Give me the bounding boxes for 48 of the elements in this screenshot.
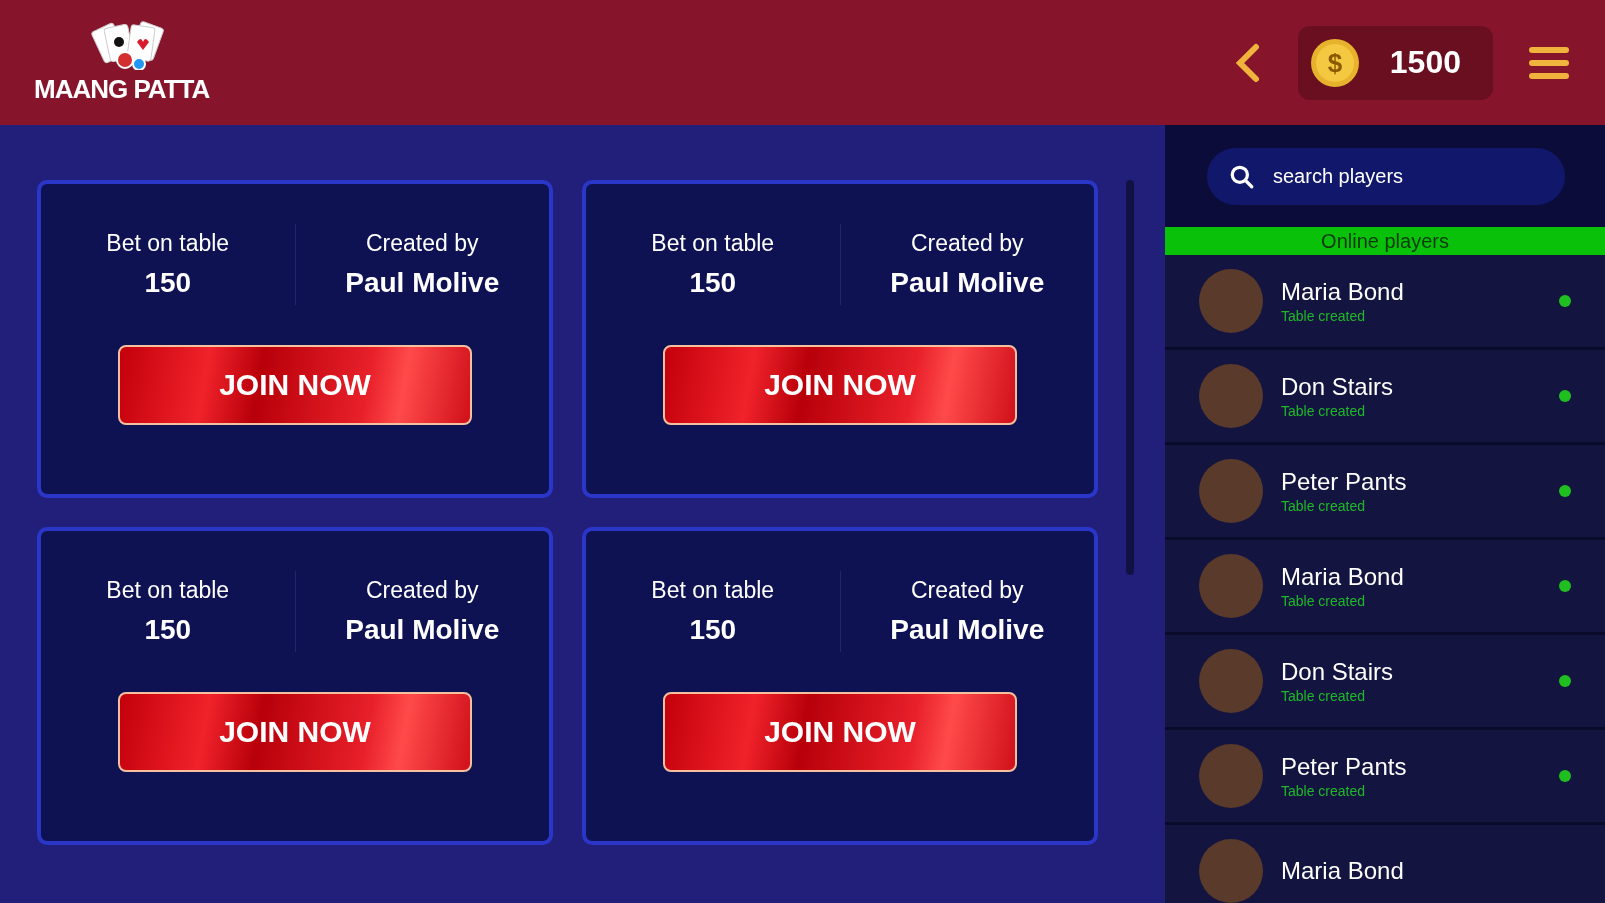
join-button[interactable]: JOIN NOW	[118, 692, 472, 772]
creator-label: Created by	[911, 577, 1024, 604]
creator-label: Created by	[366, 230, 479, 257]
online-players-heading: Online players	[1165, 227, 1605, 255]
creator-name: Paul Molive	[890, 614, 1045, 646]
player-row[interactable]: Maria Bond	[1165, 825, 1605, 903]
creator-label: Created by	[911, 230, 1024, 257]
bet-label: Bet on table	[106, 577, 230, 604]
coin-amount: 1500	[1389, 44, 1461, 81]
creator-name: Paul Molive	[345, 614, 500, 646]
player-row[interactable]: Maria Bond Table created	[1165, 255, 1605, 350]
logo-text: MAANG PATTA	[34, 74, 210, 105]
scrollbar[interactable]	[1126, 180, 1134, 575]
join-button[interactable]: JOIN NOW	[663, 345, 1017, 425]
bet-label: Bet on table	[106, 230, 230, 257]
player-name: Peter Pants	[1281, 468, 1408, 496]
bet-amount: 150	[144, 267, 192, 299]
player-row[interactable]: Peter Pants Table created	[1165, 730, 1605, 825]
dollar-coin-icon: $	[1309, 37, 1360, 88]
player-name: Maria Bond	[1281, 857, 1405, 885]
join-button[interactable]: JOIN NOW	[118, 345, 472, 425]
bet-label: Bet on table	[651, 577, 775, 604]
player-status: Table created	[1281, 403, 1367, 419]
search-field[interactable]: search players	[1207, 148, 1565, 205]
player-status: Table created	[1281, 498, 1367, 514]
player-name: Maria Bond	[1281, 563, 1405, 591]
bet-amount: 150	[689, 614, 737, 646]
player-name: Peter Pants	[1281, 753, 1408, 781]
player-row[interactable]: Maria Bond Table created	[1165, 540, 1605, 635]
bet-amount: 150	[144, 614, 192, 646]
search-icon	[1229, 164, 1255, 190]
player-status: Table created	[1281, 308, 1367, 324]
menu-icon[interactable]	[1529, 44, 1569, 81]
player-row[interactable]: Don Stairs Table created	[1165, 635, 1605, 730]
bet-label: Bet on table	[651, 230, 775, 257]
join-button[interactable]: JOIN NOW	[663, 692, 1017, 772]
player-status: Table created	[1281, 593, 1367, 609]
creator-label: Created by	[366, 577, 479, 604]
player-row[interactable]: Don Stairs Table created	[1165, 350, 1605, 445]
creator-name: Paul Molive	[890, 267, 1045, 299]
player-row[interactable]: Peter Pants Table created	[1165, 445, 1605, 540]
player-status: Table created	[1281, 688, 1367, 704]
bet-amount: 150	[689, 267, 737, 299]
creator-name: Paul Molive	[345, 267, 500, 299]
player-status: Table created	[1281, 783, 1367, 799]
player-name: Maria Bond	[1281, 278, 1405, 306]
player-name: Don Stairs	[1281, 373, 1395, 401]
player-name: Don Stairs	[1281, 658, 1395, 686]
